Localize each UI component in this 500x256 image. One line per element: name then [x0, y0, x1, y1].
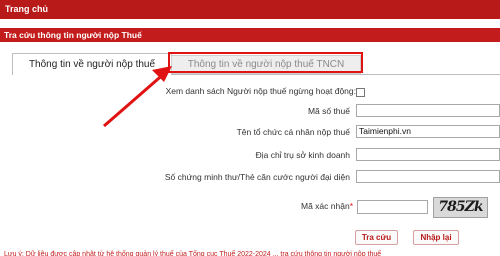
captcha-label: Mã xác nhận* — [301, 201, 353, 211]
required-mark: * — [349, 201, 353, 211]
section-header: Tra cứu thông tin người nộp Thuế — [0, 28, 500, 42]
tab-taxpayer-info[interactable]: Thông tin về người nộp thuế — [12, 53, 172, 75]
representative-id-label: Số chứng minh thư/Thẻ căn cước người đại… — [164, 172, 350, 182]
footer-note: Lưu ý: Dữ liệu được cập nhật từ hệ thống… — [4, 251, 382, 256]
section-title: Tra cứu thông tin người nộp Thuế — [4, 30, 142, 40]
search-button[interactable]: Tra cứu — [355, 230, 398, 245]
tab-taxpayer-info-label: Thông tin về người nộp thuế — [28, 59, 156, 70]
tax-code-input[interactable] — [356, 104, 500, 117]
business-address-input[interactable] — [356, 148, 500, 161]
tab-personal-income-taxpayer-info[interactable]: Thông tin về người nộp thuế TNCN — [171, 55, 361, 74]
captcha-label-text: Mã xác nhận — [301, 201, 350, 211]
captcha-image: 785Zk — [433, 197, 488, 218]
taxpayer-name-label: Tên tổ chức cá nhân nộp thuế — [236, 127, 350, 137]
reset-button[interactable]: Nhập lại — [413, 230, 459, 245]
inactive-list-checkbox[interactable] — [356, 88, 365, 97]
annotation-arrow-shaft — [103, 70, 167, 128]
taxpayer-name-input[interactable]: Taimienphi.vn — [356, 125, 500, 138]
home-link[interactable]: Trang chủ — [5, 4, 48, 14]
captcha-input[interactable] — [357, 200, 428, 214]
tab-personal-income-taxpayer-info-label: Thông tin về người nộp thuế TNCN — [187, 59, 345, 70]
tab-divider — [172, 74, 500, 75]
top-navigation-bar: Trang chủ — [0, 0, 500, 19]
representative-id-input[interactable] — [356, 170, 500, 183]
inactive-list-label: Xem danh sách Người nộp thuế ngừng hoạt … — [165, 86, 356, 96]
tax-code-label: Mã số thuế — [307, 106, 350, 116]
business-address-label: Địa chỉ trụ sở kinh doanh — [255, 150, 350, 160]
